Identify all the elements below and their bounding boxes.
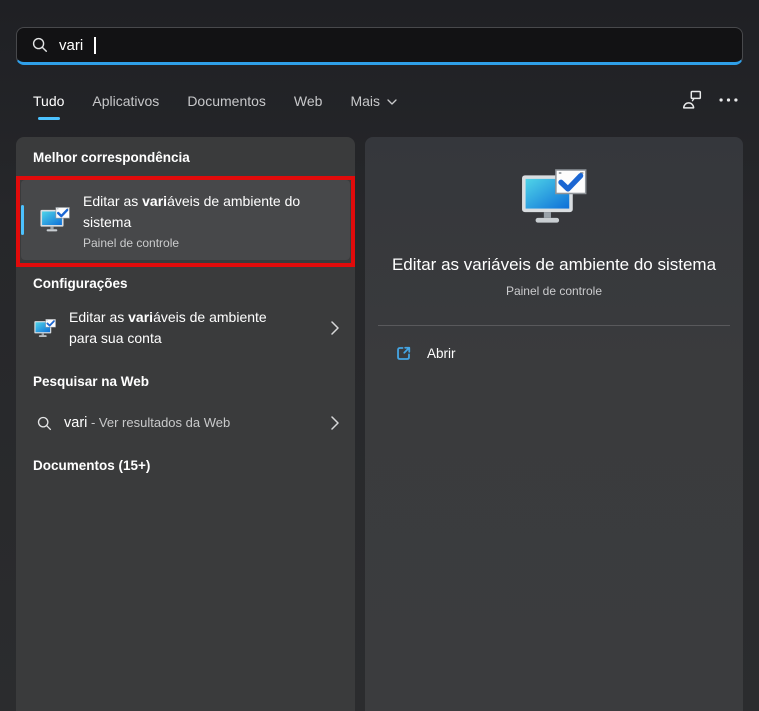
title-prefix: Editar as (83, 192, 143, 209)
system-properties-icon (34, 319, 56, 338)
section-header-documents: Documentos (15+) (33, 458, 151, 473)
chevron-down-icon (387, 99, 397, 105)
tab-label: Aplicativos (92, 93, 160, 109)
section-header-best-match: Melhor correspondência (33, 150, 190, 165)
best-match-result[interactable]: Editar as variáveis de ambiente do siste… (21, 180, 350, 260)
tab-aplicativos[interactable]: Aplicativos (92, 92, 159, 111)
search-icon (32, 37, 48, 53)
person-chat-icon[interactable] (681, 90, 702, 111)
preview-subtitle: Painel de controle (505, 283, 603, 298)
title-match: vari (142, 192, 168, 209)
tab-label: Web (293, 93, 323, 109)
tab-label: Tudo (33, 93, 65, 109)
search-input-value[interactable]: vari (59, 37, 83, 54)
system-properties-icon-large (521, 169, 587, 225)
web-query: vari (64, 415, 88, 431)
section-header-web: Pesquisar na Web (33, 374, 150, 389)
result-title: vari - Ver resultados da Web (64, 414, 230, 432)
result-title: Editar as variáveis de ambiente do siste… (83, 191, 323, 233)
tab-web[interactable]: Web (294, 92, 323, 111)
web-search-result[interactable]: vari - Ver resultados da Web (16, 404, 355, 442)
search-filter-tabs: Tudo Aplicativos Documentos Web Mais (33, 92, 397, 111)
search-bar[interactable]: vari (16, 27, 743, 65)
title-prefix: Editar as (69, 308, 129, 325)
section-header-settings: Configurações (33, 276, 128, 291)
selection-indicator (21, 205, 24, 235)
chevron-right-icon (331, 416, 339, 430)
more-options-icon[interactable] (719, 98, 738, 102)
text-cursor (94, 36, 96, 54)
settings-result[interactable]: Editar as variáveis de ambiente para sua… (16, 302, 355, 354)
header-icons (681, 90, 738, 110)
open-external-icon (395, 345, 412, 362)
search-icon (37, 416, 52, 431)
open-action[interactable]: Abrir (365, 342, 743, 366)
tab-documentos[interactable]: Documentos (187, 92, 266, 111)
title-match: vari (128, 308, 154, 325)
preview-panel: Editar as variáveis de ambiente do siste… (365, 137, 743, 711)
tab-label: Mais (350, 93, 381, 109)
result-text: Editar as variáveis de ambiente do siste… (83, 191, 323, 250)
chevron-right-icon (331, 321, 339, 335)
search-results-panel: Melhor correspondência Editar as variáve… (16, 137, 355, 711)
system-properties-icon (40, 207, 70, 232)
divider (378, 324, 730, 326)
result-title: Editar as variáveis de ambiente para sua… (69, 307, 287, 350)
open-label: Abrir (427, 346, 456, 362)
web-query-suffix: - Ver resultados da Web (87, 415, 231, 430)
tab-mais[interactable]: Mais (350, 92, 397, 111)
tab-label: Documentos (187, 93, 266, 109)
tab-tudo[interactable]: Tudo (33, 92, 64, 111)
result-subtitle: Painel de controle (83, 235, 180, 250)
preview-title: Editar as variáveis de ambiente do siste… (391, 254, 717, 274)
